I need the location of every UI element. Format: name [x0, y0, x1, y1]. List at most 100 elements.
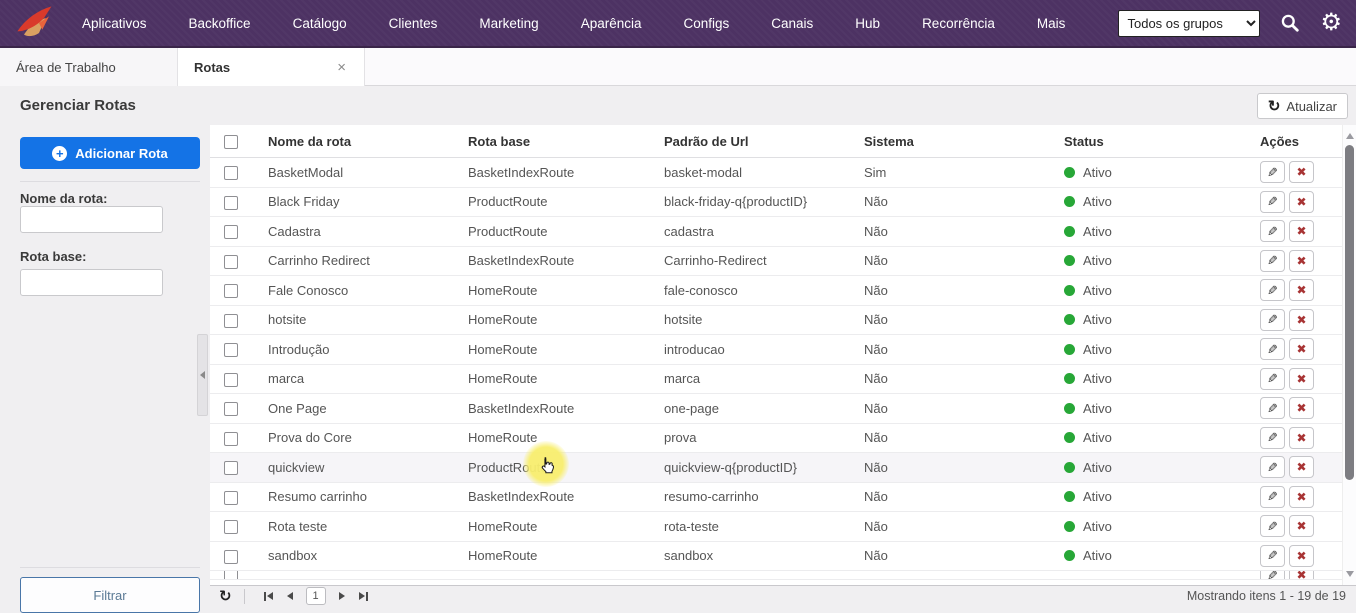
- cell-route-base: BasketIndexRoute: [458, 401, 654, 416]
- delete-button[interactable]: ✖: [1289, 397, 1314, 419]
- edit-button[interactable]: ✎: [1260, 338, 1285, 360]
- search-icon[interactable]: [1280, 13, 1300, 33]
- row-checkbox[interactable]: [224, 571, 238, 580]
- scroll-down-icon[interactable]: [1346, 571, 1354, 577]
- edit-button[interactable]: ✎: [1260, 397, 1285, 419]
- row-checkbox[interactable]: [224, 461, 238, 475]
- table-row[interactable]: Prova do Core HomeRoute prova Não Ativo …: [210, 424, 1356, 454]
- add-route-button[interactable]: + Adicionar Rota: [20, 137, 200, 169]
- edit-button[interactable]: ✎: [1260, 220, 1285, 242]
- edit-button[interactable]: ✎: [1260, 368, 1285, 390]
- nav-item-aplicativos[interactable]: Aplicativos: [82, 16, 147, 31]
- filter-button[interactable]: Filtrar: [20, 577, 200, 613]
- tab-close-icon[interactable]: ×: [335, 59, 348, 76]
- edit-button[interactable]: ✎: [1260, 309, 1285, 331]
- row-checkbox[interactable]: [224, 225, 238, 239]
- nav-item-backoffice[interactable]: Backoffice: [189, 16, 251, 31]
- table-row[interactable]: Introdução HomeRoute introducao Não Ativ…: [210, 335, 1356, 365]
- table-row[interactable]: One Page BasketIndexRoute one-page Não A…: [210, 394, 1356, 424]
- delete-button[interactable]: ✖: [1289, 250, 1314, 272]
- row-checkbox[interactable]: [224, 343, 238, 357]
- delete-button[interactable]: ✖: [1289, 515, 1314, 537]
- row-checkbox[interactable]: [224, 520, 238, 534]
- delete-button[interactable]: ✖: [1289, 427, 1314, 449]
- pagination-refresh-icon[interactable]: ↻: [219, 589, 232, 604]
- select-all-checkbox[interactable]: [224, 135, 238, 149]
- edit-button[interactable]: ✎: [1260, 571, 1285, 580]
- last-page-button[interactable]: [359, 592, 368, 601]
- status-label: Ativo: [1083, 342, 1112, 357]
- tab-workspace[interactable]: Área de Trabalho: [0, 48, 178, 86]
- edit-button[interactable]: ✎: [1260, 486, 1285, 508]
- scroll-up-icon[interactable]: [1346, 133, 1354, 139]
- edit-button[interactable]: ✎: [1260, 191, 1285, 213]
- table-row[interactable]: marca HomeRoute marca Não Ativo ✎ ✖: [210, 365, 1356, 395]
- table-row[interactable]: Fale Conosco HomeRoute fale-conosco Não …: [210, 276, 1356, 306]
- table-row[interactable]: BasketModal BasketIndexRoute basket-moda…: [210, 158, 1356, 188]
- cell-status: Ativo: [1054, 253, 1250, 268]
- delete-button[interactable]: ✖: [1289, 161, 1314, 183]
- nav-item-hub[interactable]: Hub: [855, 16, 880, 31]
- nav-item-recorrencia[interactable]: Recorrência: [922, 16, 995, 31]
- table-row[interactable]: Carrinho Redirect BasketIndexRoute Carri…: [210, 247, 1356, 277]
- edit-button[interactable]: ✎: [1260, 279, 1285, 301]
- edit-button[interactable]: ✎: [1260, 545, 1285, 567]
- edit-button[interactable]: ✎: [1260, 161, 1285, 183]
- refresh-button[interactable]: ↻ Atualizar: [1257, 93, 1348, 119]
- table-row[interactable]: Resumo carrinho BasketIndexRoute resumo-…: [210, 483, 1356, 513]
- row-checkbox[interactable]: [224, 402, 238, 416]
- row-checkbox[interactable]: [224, 284, 238, 298]
- vertical-scrollbar[interactable]: [1342, 125, 1356, 585]
- edit-button[interactable]: ✎: [1260, 250, 1285, 272]
- tab-rotas[interactable]: Rotas ×: [178, 48, 365, 86]
- table-row[interactable]: Rota teste HomeRoute rota-teste Não Ativ…: [210, 512, 1356, 542]
- delete-button[interactable]: ✖: [1289, 456, 1314, 478]
- table-row[interactable]: Cadastra ProductRoute cadastra Não Ativo…: [210, 217, 1356, 247]
- group-select[interactable]: Todos os grupos: [1118, 10, 1260, 37]
- sidebar-collapse-handle[interactable]: [197, 334, 208, 416]
- table-row[interactable]: Black Friday ProductRoute black-friday-q…: [210, 188, 1356, 218]
- row-checkbox[interactable]: [224, 432, 238, 446]
- current-page-box[interactable]: 1: [306, 587, 326, 605]
- route-base-input[interactable]: [20, 269, 163, 296]
- row-checkbox[interactable]: [224, 166, 238, 180]
- delete-button[interactable]: ✖: [1289, 279, 1314, 301]
- row-checkbox[interactable]: [224, 373, 238, 387]
- cell-route-name: hotsite: [258, 312, 458, 327]
- nav-item-canais[interactable]: Canais: [771, 16, 813, 31]
- table-row[interactable]: sandbox HomeRoute sandbox Não Ativo ✎ ✖: [210, 542, 1356, 572]
- next-page-button[interactable]: [339, 592, 345, 600]
- cell-actions: ✎ ✖: [1250, 515, 1356, 537]
- edit-button[interactable]: ✎: [1260, 427, 1285, 449]
- row-checkbox[interactable]: [224, 491, 238, 505]
- scrollbar-thumb[interactable]: [1345, 145, 1354, 480]
- delete-button[interactable]: ✖: [1289, 571, 1314, 580]
- delete-button[interactable]: ✖: [1289, 545, 1314, 567]
- row-checkbox[interactable]: [224, 255, 238, 269]
- row-checkbox[interactable]: [224, 196, 238, 210]
- delete-button[interactable]: ✖: [1289, 338, 1314, 360]
- delete-button[interactable]: ✖: [1289, 191, 1314, 213]
- delete-button[interactable]: ✖: [1289, 368, 1314, 390]
- nav-item-catalogo[interactable]: Catálogo: [293, 16, 347, 31]
- edit-button[interactable]: ✎: [1260, 456, 1285, 478]
- edit-button[interactable]: ✎: [1260, 515, 1285, 537]
- nav-item-mais[interactable]: Mais: [1037, 16, 1066, 31]
- brand-logo-icon: [14, 4, 54, 42]
- nav-item-configs[interactable]: Configs: [683, 16, 729, 31]
- route-name-input[interactable]: [20, 206, 163, 233]
- nav-item-aparencia[interactable]: Aparência: [581, 16, 642, 31]
- nav-item-marketing[interactable]: Marketing: [479, 16, 538, 31]
- table-row[interactable]: quickview ProductRoute quickview-q{produ…: [210, 453, 1356, 483]
- prev-page-button[interactable]: [287, 592, 293, 600]
- delete-button[interactable]: ✖: [1289, 309, 1314, 331]
- delete-button[interactable]: ✖: [1289, 486, 1314, 508]
- nav-item-clientes[interactable]: Clientes: [389, 16, 438, 31]
- gear-icon[interactable]: ⚙: [1320, 11, 1342, 35]
- row-checkbox[interactable]: [224, 550, 238, 564]
- row-checkbox[interactable]: [224, 314, 238, 328]
- delete-button[interactable]: ✖: [1289, 220, 1314, 242]
- first-page-button[interactable]: [264, 592, 273, 601]
- status-label: Ativo: [1083, 401, 1112, 416]
- table-row[interactable]: hotsite HomeRoute hotsite Não Ativo ✎ ✖: [210, 306, 1356, 336]
